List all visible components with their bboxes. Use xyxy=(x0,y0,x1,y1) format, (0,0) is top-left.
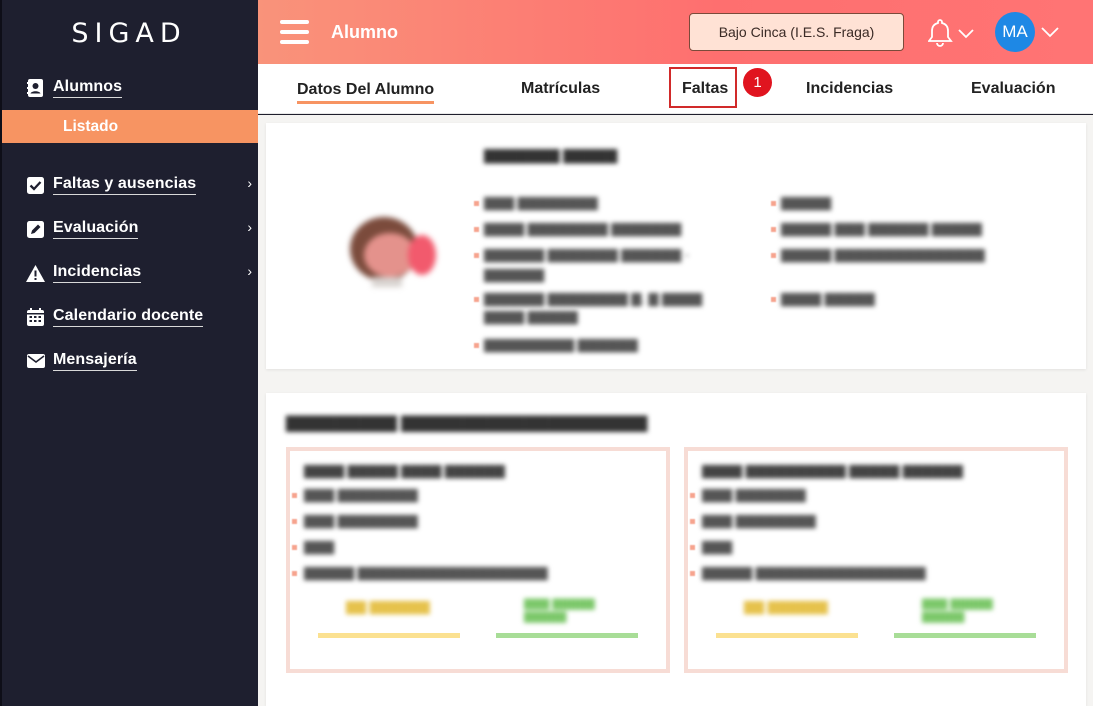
sidebar-subitem-listado[interactable]: Listado xyxy=(2,110,258,143)
checkbox-icon xyxy=(26,176,45,195)
sidebar-item-label: Evaluación xyxy=(53,219,139,239)
contact-book-icon xyxy=(26,79,45,98)
tab-faltas[interactable]: Faltas xyxy=(682,80,728,98)
sidebar-item-evaluacion[interactable]: Evaluación › xyxy=(26,216,258,242)
sidebar-item-alumnos[interactable]: Alumnos xyxy=(26,75,258,101)
sidebar-subitem-label: Listado xyxy=(63,117,119,135)
sidebar-item-incidencias[interactable]: Incidencias › xyxy=(26,260,258,286)
sidebar-item-label: Faltas y ausencias xyxy=(53,175,197,195)
hamburger-menu-icon[interactable] xyxy=(280,20,309,44)
user-menu[interactable]: MA xyxy=(995,12,1061,52)
step-badge: 1 xyxy=(743,68,772,97)
bell-icon xyxy=(927,19,974,47)
brand-logo[interactable]: SIGAD xyxy=(0,18,258,49)
warning-icon xyxy=(26,264,45,283)
calendar-icon xyxy=(26,308,45,327)
tab-datos-del-alumno[interactable]: Datos Del Alumno xyxy=(297,81,435,104)
tab-incidencias[interactable]: Incidencias xyxy=(806,80,893,98)
tab-evaluacion[interactable]: Evaluación xyxy=(971,80,1055,98)
sidebar-item-label: Alumnos xyxy=(53,78,123,98)
student-info-card: ▇▇▇▇▇▇▇ ▇▇▇▇▇ ▇▇▇ ▇▇▇▇▇▇▇▇ ▇▇▇▇ ▇▇▇▇▇▇▇▇… xyxy=(266,123,1086,369)
guardians-card: ▇▇▇▇▇▇▇▇▇ ▇▇▇▇▇▇▇▇▇▇▇▇▇▇▇▇▇▇▇▇ ▇▇▇▇ ▇▇▇▇… xyxy=(266,393,1086,706)
guardian-card: ▇▇▇▇ ▇▇▇▇▇ ▇▇▇▇ ▇▇▇▇▇▇ ▇▇▇ ▇▇▇▇▇▇▇▇ ▇▇▇ … xyxy=(286,447,670,673)
sidebar-item-faltas[interactable]: Faltas y ausencias › xyxy=(26,172,258,198)
chevron-right-icon: › xyxy=(247,175,252,191)
sidebar-item-calendario[interactable]: Calendario docente xyxy=(26,304,258,330)
notifications-button[interactable] xyxy=(927,16,978,48)
page-title: Alumno xyxy=(331,22,398,42)
center-selector-button[interactable]: Bajo Cinca (I.E.S. Fraga) xyxy=(689,13,904,51)
envelope-icon xyxy=(26,352,45,371)
tab-bar: Datos Del Alumno Matrículas Faltas 1 Inc… xyxy=(258,64,1093,114)
avatar: MA xyxy=(995,12,1035,52)
chevron-right-icon: › xyxy=(247,219,252,235)
guardian-card: ▇▇▇▇ ▇▇▇▇▇▇▇▇▇▇ ▇▇▇▇▇ ▇▇▇▇▇▇ ▇▇▇ ▇▇▇▇▇▇▇… xyxy=(684,447,1068,673)
tab-matriculas[interactable]: Matrículas xyxy=(521,80,600,98)
sidebar-item-label: Mensajería xyxy=(53,351,137,371)
edit-icon xyxy=(26,220,45,239)
sidebar-item-label: Calendario docente xyxy=(53,307,204,327)
sidebar-item-mensajeria[interactable]: Mensajería xyxy=(26,348,258,374)
sidebar: SIGAD Alumnos Listado Faltas y ausencias… xyxy=(0,0,258,706)
sidebar-edge xyxy=(0,0,2,706)
main-content: ▇▇▇▇▇▇▇ ▇▇▇▇▇ ▇▇▇ ▇▇▇▇▇▇▇▇ ▇▇▇▇ ▇▇▇▇▇▇▇▇… xyxy=(258,115,1093,706)
chevron-down-icon xyxy=(1041,27,1059,38)
sidebar-item-label: Incidencias xyxy=(53,263,142,283)
chevron-right-icon: › xyxy=(247,263,252,279)
student-photo xyxy=(338,211,444,293)
top-header: Alumno Bajo Cinca (I.E.S. Fraga) MA xyxy=(258,0,1093,64)
